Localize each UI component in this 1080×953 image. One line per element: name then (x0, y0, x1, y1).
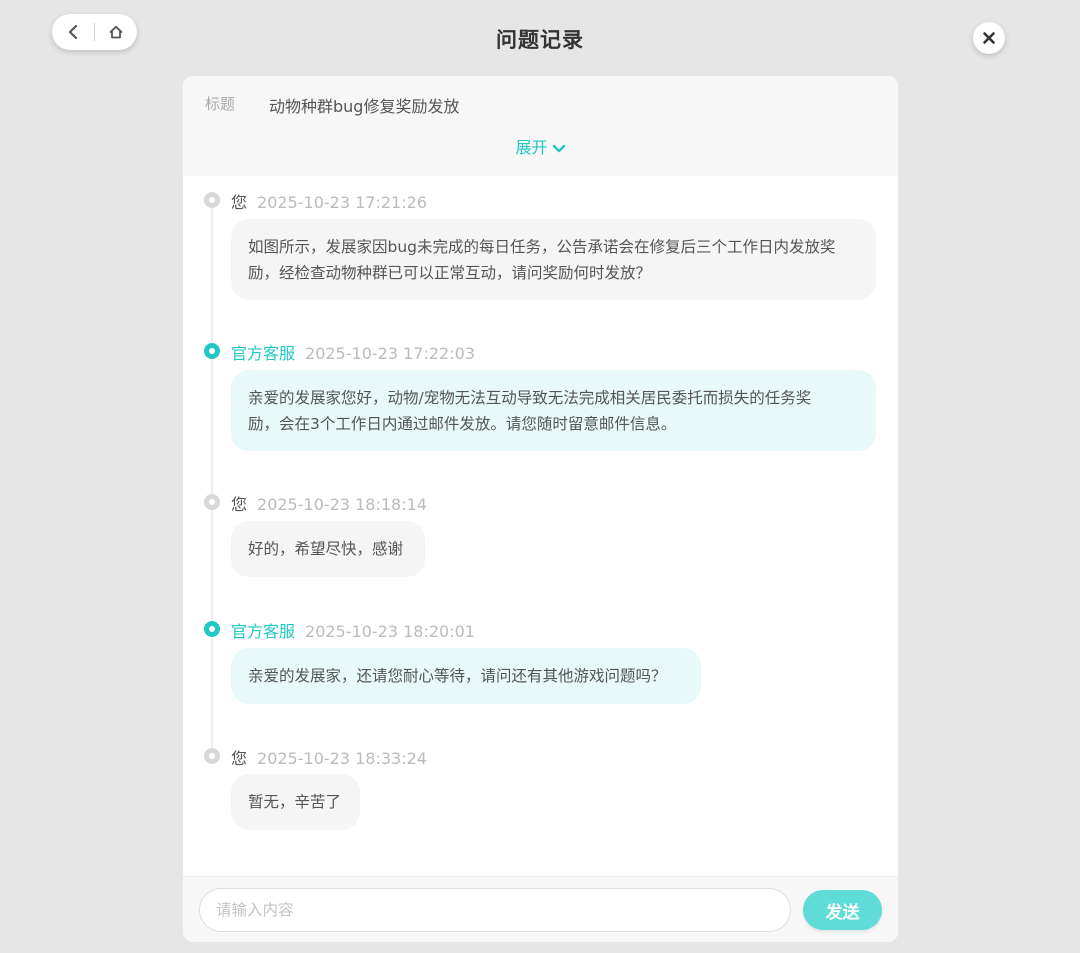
timeline-dot-staff (204, 621, 220, 637)
timeline-dot-user (204, 192, 220, 208)
timeline-dot-user (204, 494, 220, 510)
sender-name: 您 (231, 495, 248, 514)
input-bar: 发送 (183, 876, 898, 942)
timeline-dot-user (204, 748, 220, 764)
message-line: 励，经检查动物种群已可以正常互动，请问奖励何时发放？ (248, 264, 652, 282)
message-line: 好的，希望尽快，感谢 (248, 540, 404, 558)
message-time: 2025-10-23 18:18:14 (257, 495, 427, 514)
message-sender: 您 2025-10-23 17:21:26 (231, 189, 427, 213)
sender-name: 您 (231, 749, 248, 768)
timeline-dot-staff (204, 343, 220, 359)
sender-name: 您 (231, 193, 248, 212)
message-bubble: 暂无，辛苦了 (231, 774, 360, 830)
title-label: 标题 (205, 95, 236, 113)
send-button[interactable]: 发送 (803, 890, 882, 930)
message-line: 亲爱的发展家您好，动物/宠物无法互动导致无法完成相关居民委托而损失的任务奖 (248, 389, 812, 407)
close-icon (983, 32, 995, 44)
record-card: 标题 动物种群bug修复奖励发放 展开 您 2025-10-23 17:21:26… (183, 76, 898, 942)
page-title: 问题记录 (496, 28, 584, 52)
message-time: 2025-10-23 18:20:01 (305, 622, 475, 641)
message-bubble: 好的，希望尽快，感谢 (231, 521, 425, 577)
card-header: 标题 动物种群bug修复奖励发放 展开 (183, 76, 898, 176)
message-bubble: 如图所示，发展家因bug未完成的每日任务，公告承诺会在修复后三个工作日内发放奖 … (231, 219, 876, 300)
message-sender: 您 2025-10-23 18:18:14 (231, 491, 427, 515)
issue-title: 动物种群bug修复奖励发放 (269, 97, 460, 116)
message-sender: 官方客服 2025-10-23 18:20:01 (231, 618, 475, 642)
expand-button[interactable]: 展开 (183, 134, 898, 158)
message-line: 励，会在3个工作日内通过邮件发放。请您随时留意邮件信息。 (248, 415, 677, 433)
message-time: 2025-10-23 17:22:03 (305, 344, 475, 363)
sender-name: 官方客服 (231, 344, 296, 363)
message-line: 暂无，辛苦了 (248, 793, 342, 811)
message-line: 如图所示，发展家因bug未完成的每日任务，公告承诺会在修复后三个工作日内发放奖 (248, 238, 836, 256)
message-time: 2025-10-23 18:33:24 (257, 749, 427, 768)
message-bubble: 亲爱的发展家，还请您耐心等待，请问还有其他游戏问题吗？ (231, 648, 701, 704)
message-time: 2025-10-23 17:21:26 (257, 193, 427, 212)
message-sender: 您 2025-10-23 18:33:24 (231, 745, 427, 769)
chevron-down-icon (552, 139, 566, 158)
close-button[interactable] (973, 22, 1005, 54)
sender-name: 官方客服 (231, 622, 296, 641)
message-input[interactable] (199, 888, 791, 932)
timeline-line (211, 201, 213, 751)
message-sender: 官方客服 2025-10-23 17:22:03 (231, 340, 475, 364)
message-bubble: 亲爱的发展家您好，动物/宠物无法互动导致无法完成相关居民委托而损失的任务奖 励，… (231, 370, 876, 451)
expand-label: 展开 (515, 138, 548, 157)
message-line: 亲爱的发展家，还请您耐心等待，请问还有其他游戏问题吗？ (248, 667, 667, 685)
